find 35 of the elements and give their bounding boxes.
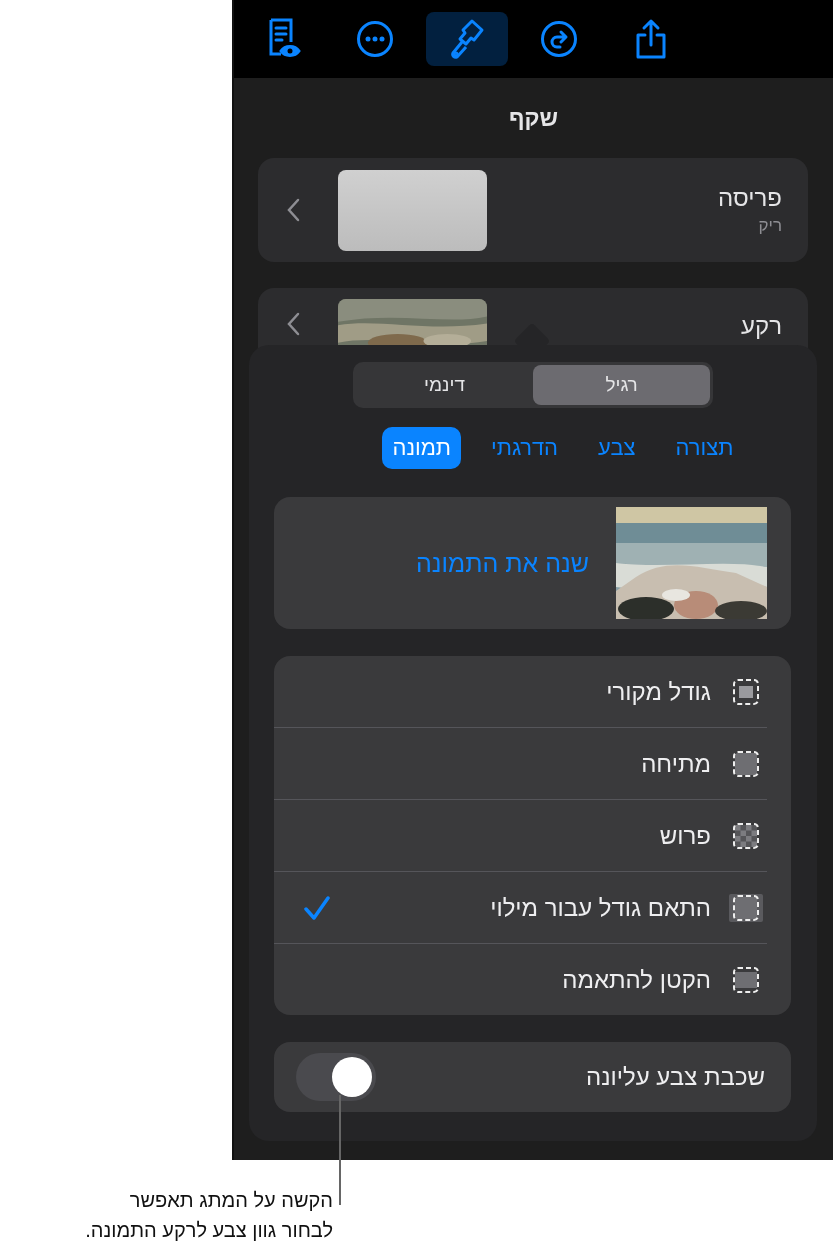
segment[interactable]: רגיל [533,365,710,405]
original-size-icon [732,677,760,706]
option-label: התאם גודל עבור מילוי [490,893,711,922]
panel-title: שקף [508,104,559,132]
scale-option[interactable]: התאם גודל עבור מילוי [274,872,767,944]
tile-icon [732,821,760,850]
row-value: ריק [758,216,782,236]
tab[interactable]: תצורה [665,427,744,469]
scale-option[interactable]: פרוש [274,800,767,872]
more-icon [356,20,394,58]
paintbrush-icon [448,18,486,60]
chevron-left-icon [286,312,300,336]
scale-option[interactable]: גודל מקורי [274,656,767,728]
option-label: גודל מקורי [606,677,711,706]
scale-option[interactable]: מתיחה [274,728,767,800]
tab[interactable]: תמונה [382,427,462,469]
option-label: הקטן להתאמה [562,965,711,994]
scale-to-fill-icon [732,893,760,922]
toggle-switch[interactable] [296,1053,376,1101]
scale-option[interactable]: הקטן להתאמה [274,944,767,1015]
overlay-label: שכבת צבע עליונה [586,1063,765,1091]
tab[interactable]: צבע [588,427,646,469]
row-label: רקע [741,312,782,340]
option-label: פרוש [659,821,711,850]
stretch-icon [732,749,760,778]
tab[interactable]: הדרגתי [481,427,569,469]
row-label: פריסה [718,184,782,212]
option-label: מתיחה [641,749,711,778]
toolbar-button[interactable] [426,12,508,66]
share-icon [634,18,668,60]
scale-to-fit-icon [732,965,760,994]
callout-text: הקשה על המתג תאפשר לבחור גוון צבע לרקע התמונה. [85,1188,333,1243]
layout-row[interactable]: פריסה ריק [258,158,808,262]
redo-icon [540,20,578,58]
chevron-left-icon [286,198,300,222]
